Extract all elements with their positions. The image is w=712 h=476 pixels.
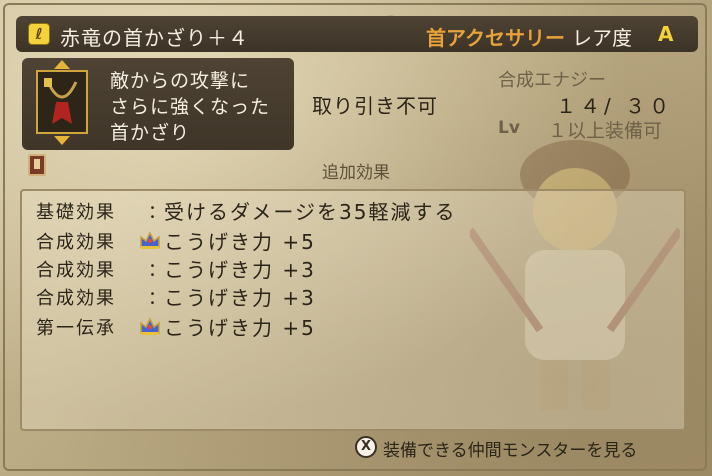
effect-text: こうげき力 +3: [164, 286, 316, 310]
effect-type: 合成効果: [36, 232, 116, 253]
energy-max: ３０: [625, 94, 674, 118]
description-line: 首かざり: [110, 122, 191, 144]
x-button-icon[interactable]: X: [355, 436, 377, 458]
accessory-slot-icon: ℓ: [28, 23, 50, 45]
rarity-value: A: [658, 22, 674, 46]
item-category: 首アクセサリー: [426, 26, 565, 50]
necklace-item-icon: [36, 70, 88, 134]
crown-icon: [140, 231, 160, 249]
effect-text: こうげき力 +5: [164, 316, 316, 340]
trade-status: 取り引き不可: [312, 94, 438, 118]
level-requirement: １以上装備可: [548, 120, 663, 142]
level-label: Lv: [498, 118, 520, 138]
synthesis-energy-value: １４/ ３０: [556, 94, 674, 118]
effect-text: こうげき力 +5: [164, 230, 316, 254]
rarity-label: レア度: [572, 26, 632, 50]
description-line: 敵からの攻撃に: [110, 70, 251, 92]
effect-type: 合成効果: [36, 260, 116, 281]
effect-text: こうげき力 +3: [164, 258, 316, 282]
previous-item-arrow-icon[interactable]: [54, 60, 70, 69]
effects-heading: 追加効果: [322, 163, 390, 183]
effect-text: 受けるダメージを35軽減する: [164, 200, 457, 224]
hint-text: 装備できる仲間モンスターを見る: [383, 441, 638, 461]
effects-panel: [20, 189, 686, 431]
energy-current: １４: [556, 94, 604, 118]
effect-type: 基礎効果: [36, 202, 116, 223]
crown-icon: [140, 317, 160, 335]
description-line: さらに強くなった: [110, 96, 271, 118]
item-name: 赤竜の首かざり＋４: [60, 26, 249, 50]
effect-type: 第一伝承: [36, 318, 116, 339]
next-item-arrow-icon[interactable]: [54, 136, 70, 145]
effect-type: 合成効果: [36, 288, 116, 309]
synthesis-energy-label: 合成エナジー: [498, 70, 606, 91]
